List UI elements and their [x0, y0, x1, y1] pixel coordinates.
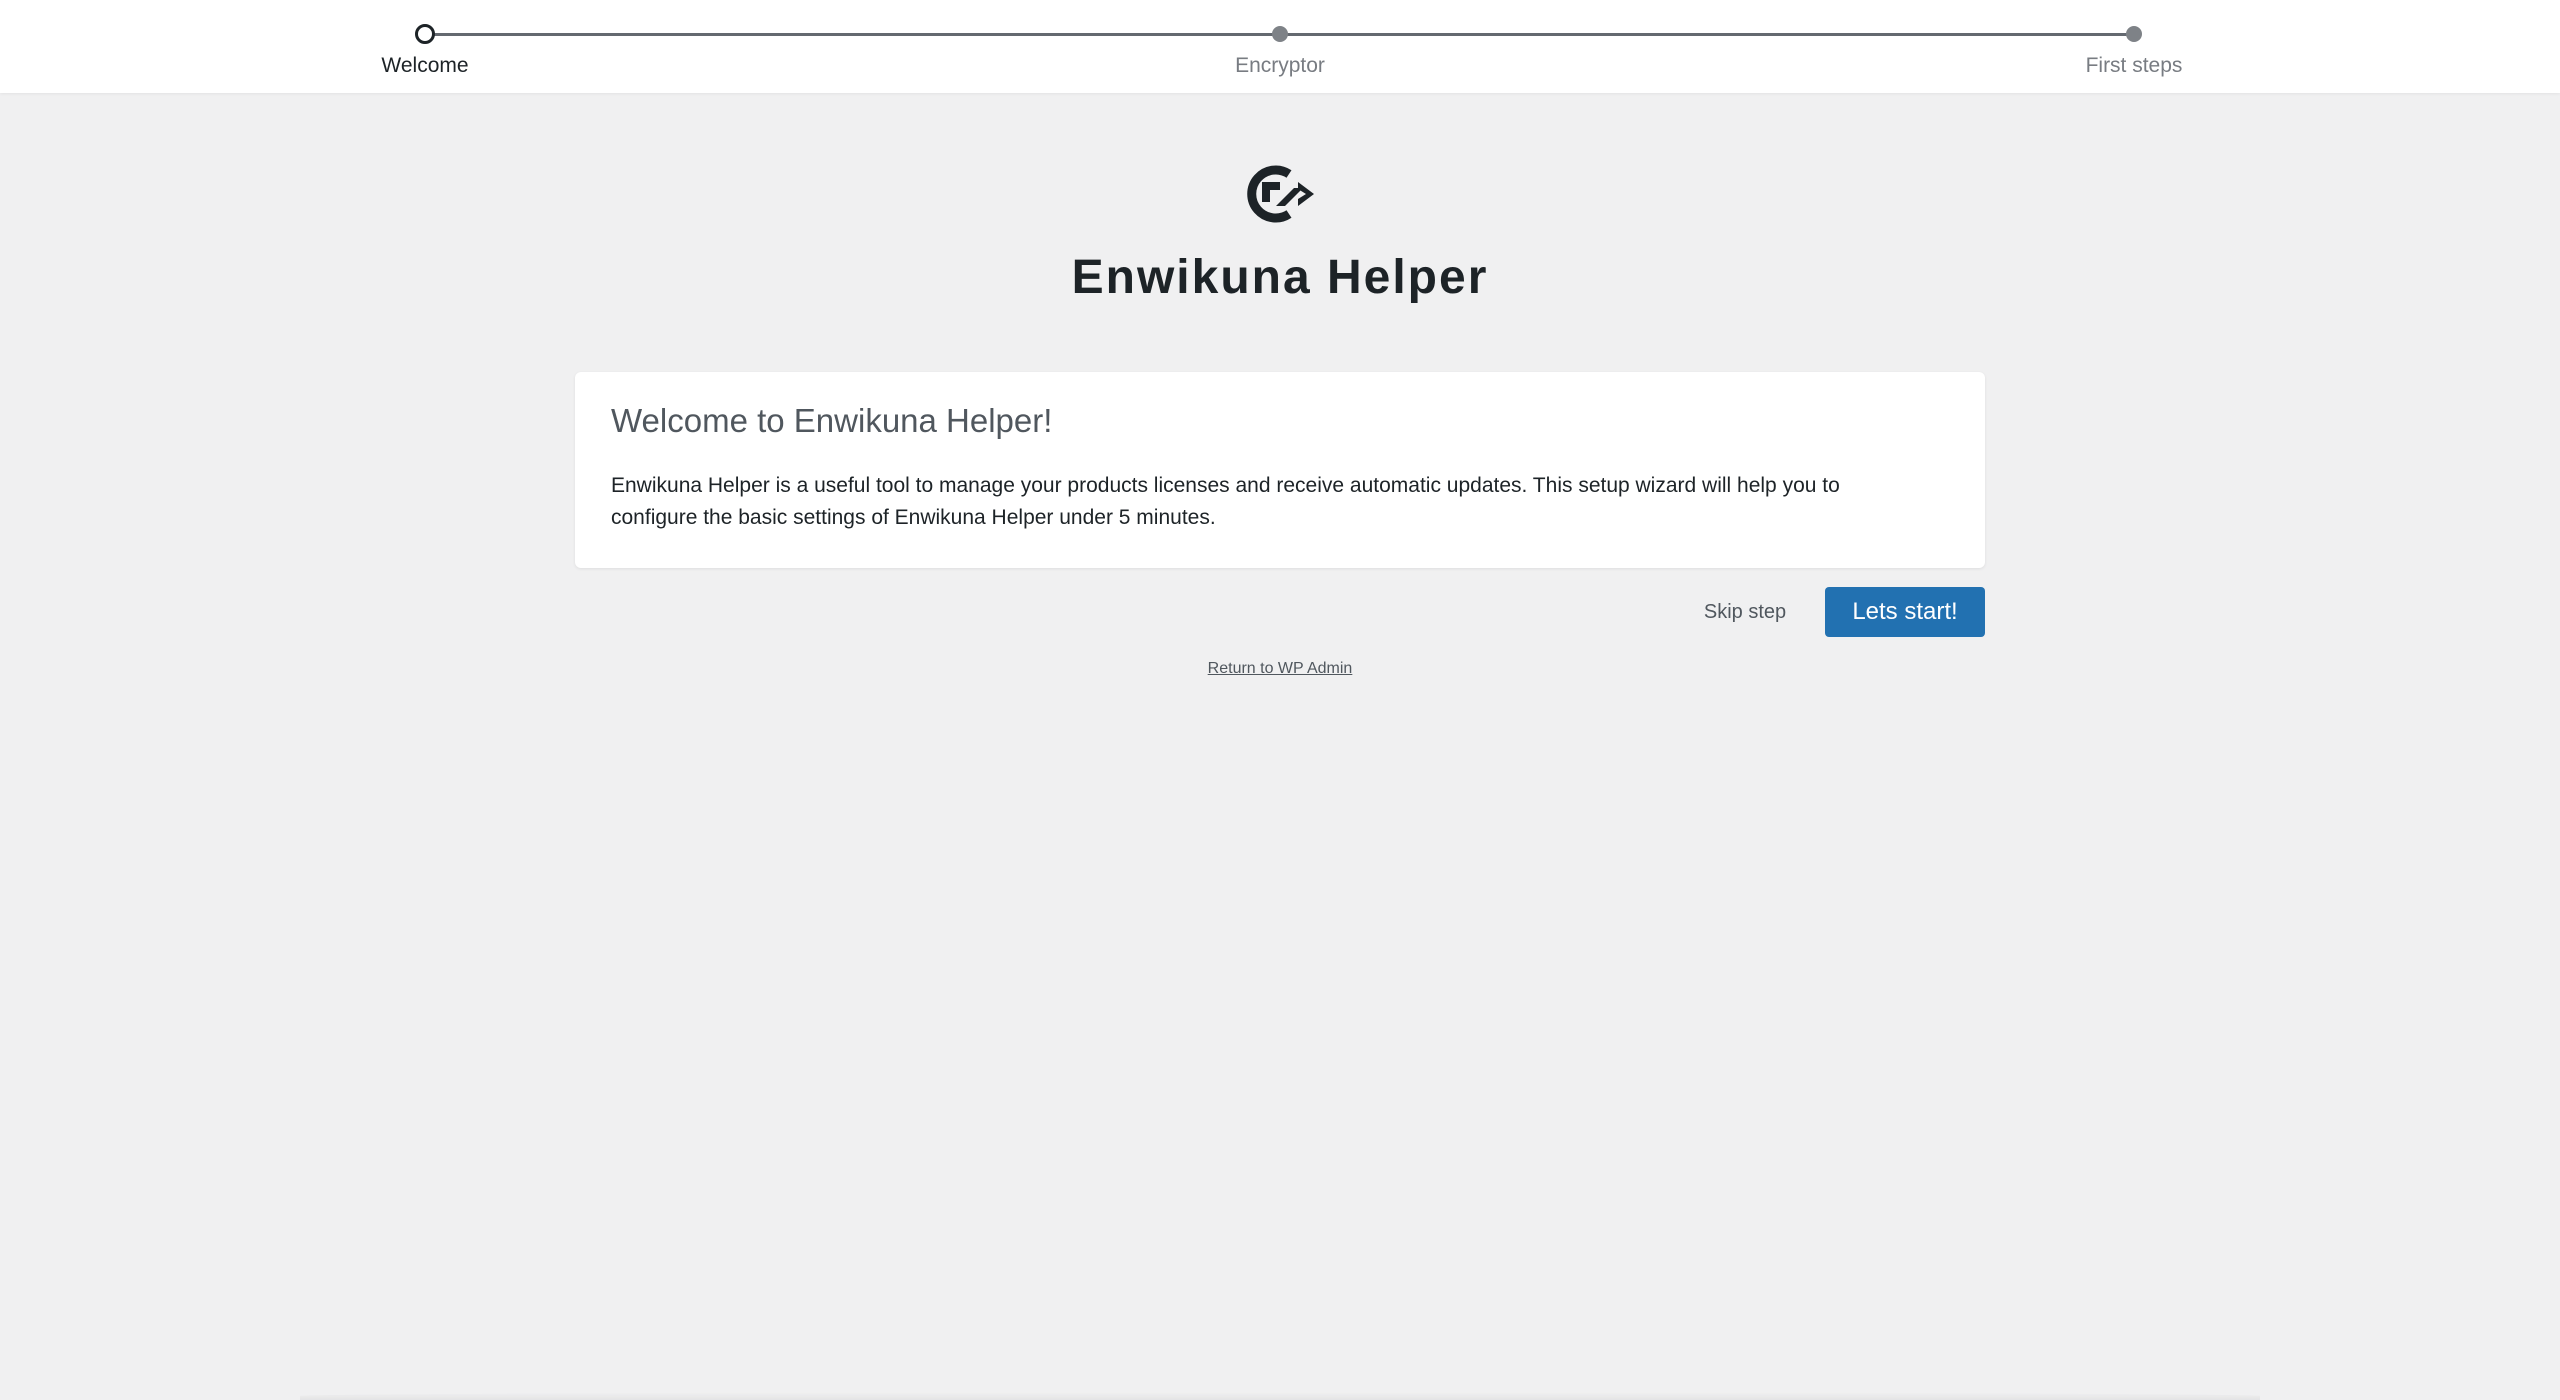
return-link-container: Return to WP Admin: [0, 660, 2560, 678]
step-connector: [1280, 33, 2135, 36]
setup-steps-bar: Welcome Encryptor First steps: [0, 0, 2560, 93]
brand-title: Enwikuna Helper: [1071, 251, 1489, 304]
lets-start-button[interactable]: Lets start!: [1825, 587, 1985, 637]
bottom-shadow: [300, 1392, 2260, 1400]
step-connector: [425, 33, 1280, 36]
welcome-card-title: Welcome to Enwikuna Helper!: [611, 402, 1053, 439]
step-first-steps-marker: [2126, 26, 2142, 42]
skip-step-link[interactable]: Skip step: [1680, 587, 1810, 637]
step-welcome-label: Welcome: [381, 54, 469, 77]
enwikuna-logo-icon: [1240, 160, 1320, 228]
welcome-card-text: Enwikuna Helper is a useful tool to mana…: [611, 474, 1840, 529]
return-to-wp-admin-link[interactable]: Return to WP Admin: [1208, 660, 1353, 677]
step-first-steps-label: First steps: [2085, 54, 2183, 77]
welcome-card: Welcome to Enwikuna Helper! Enwikuna Hel…: [575, 372, 1985, 568]
step-encryptor-label: Encryptor: [1235, 54, 1325, 77]
step-encryptor-marker: [1272, 26, 1288, 42]
step-welcome-marker: [415, 24, 435, 44]
